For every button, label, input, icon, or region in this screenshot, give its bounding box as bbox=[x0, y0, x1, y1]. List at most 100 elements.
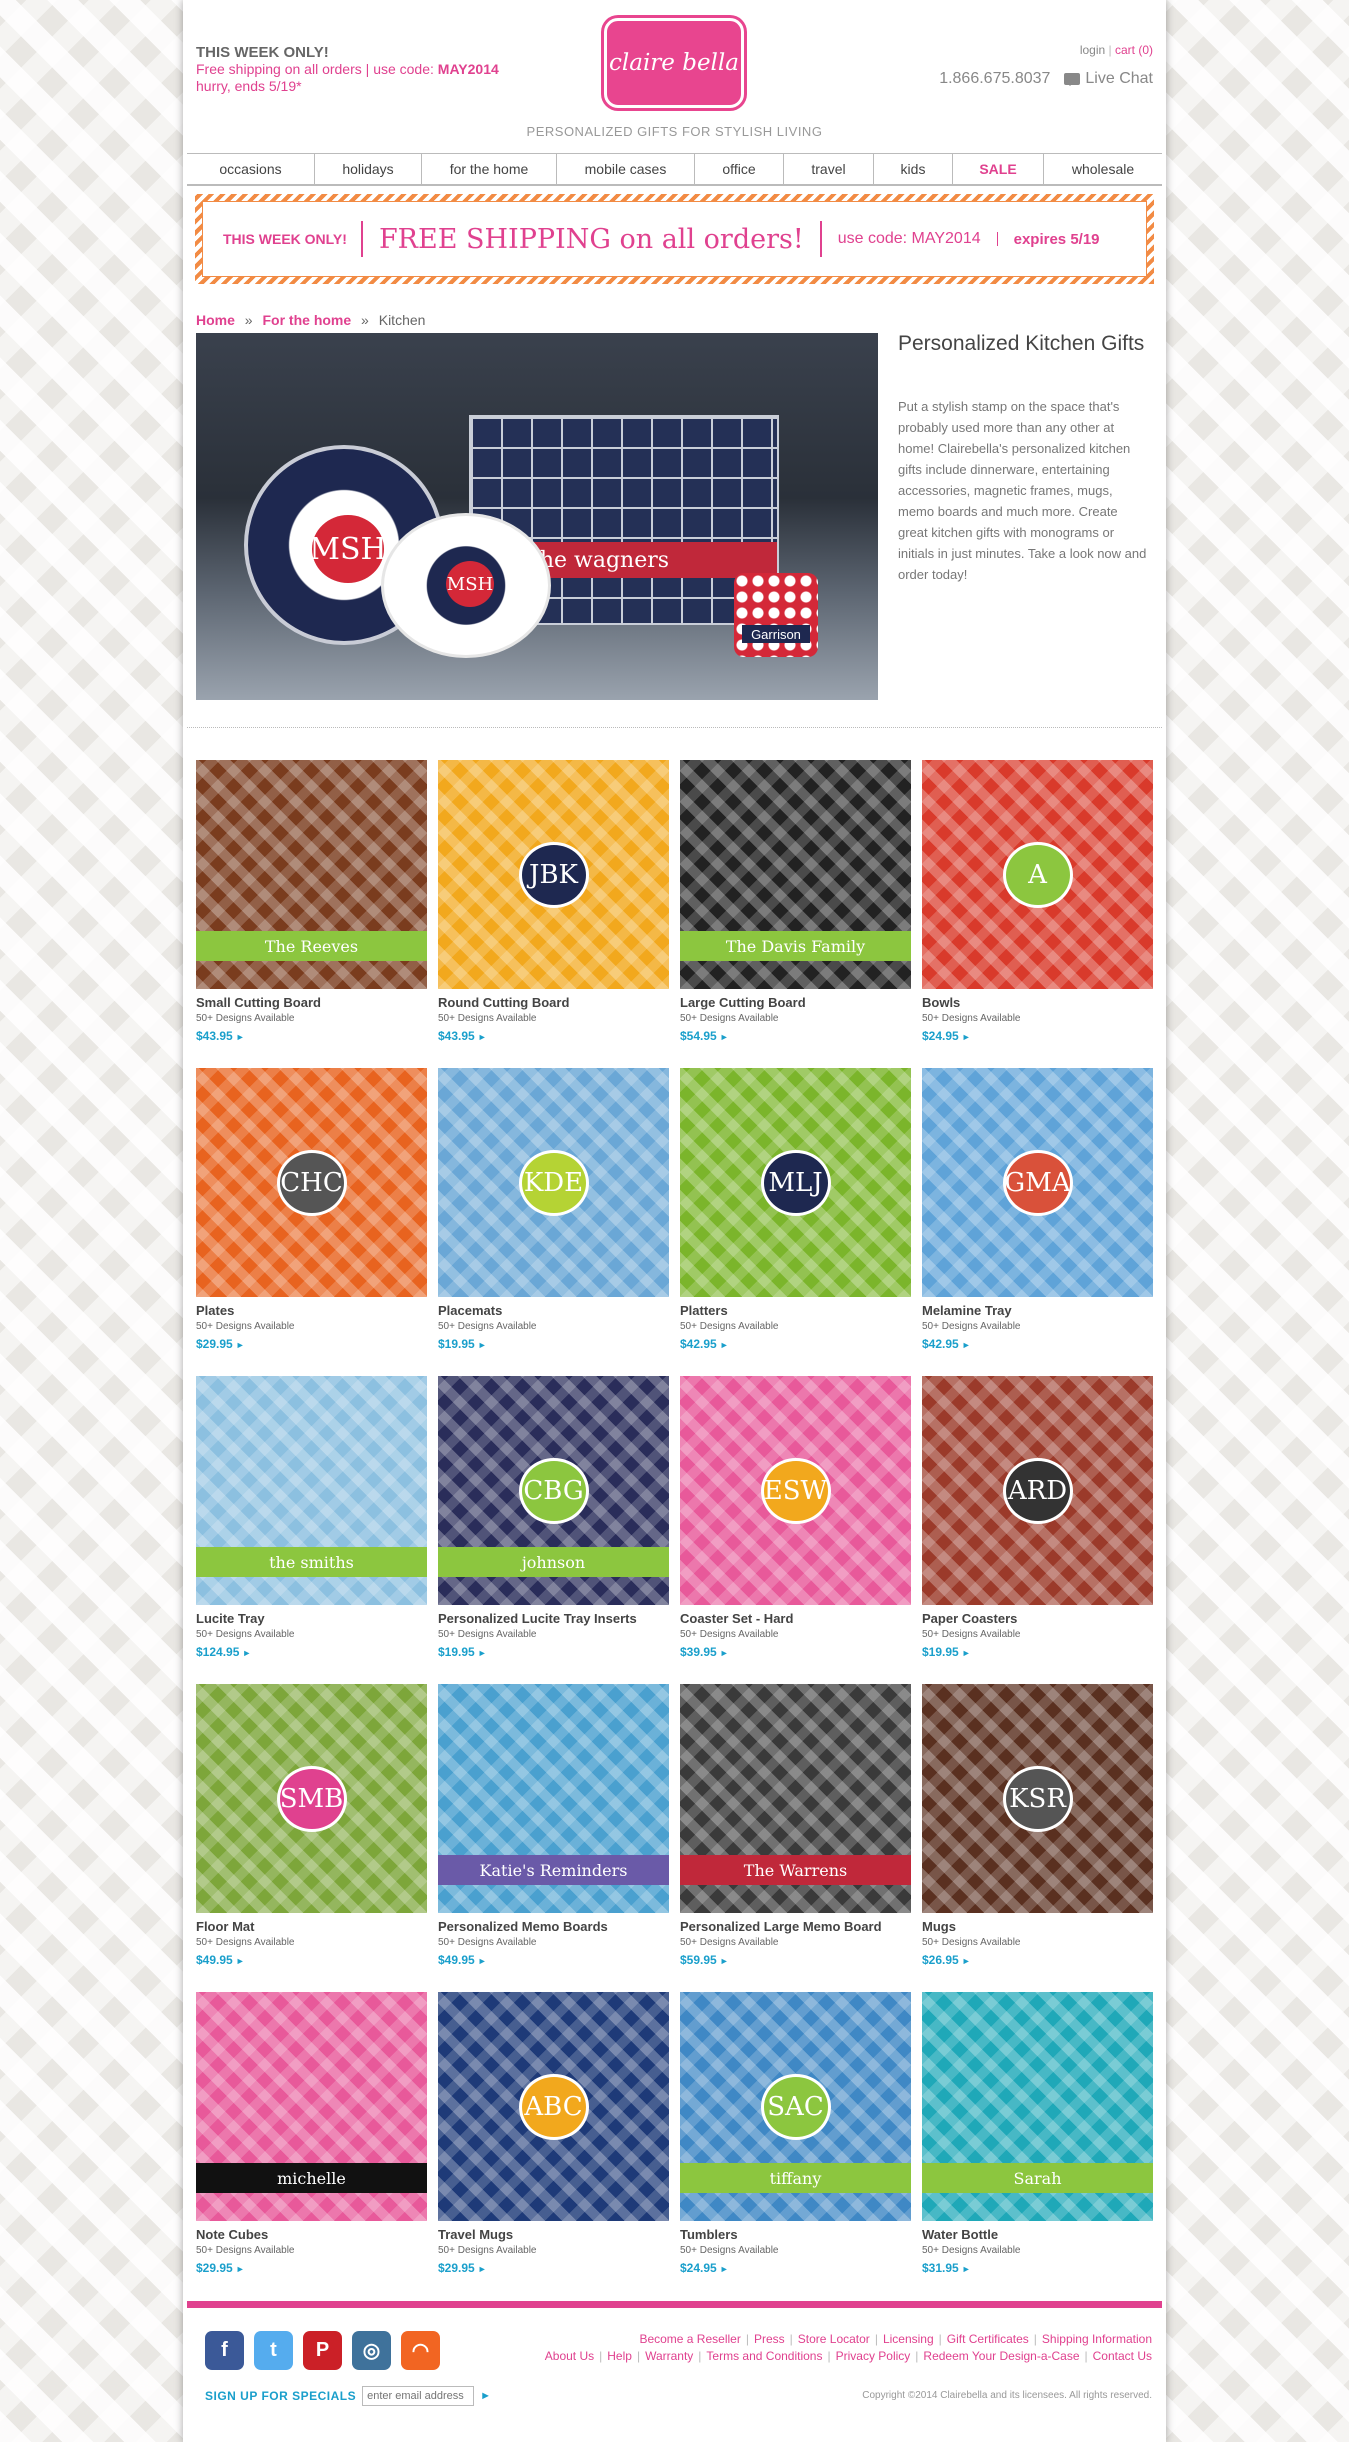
product-name[interactable]: Coaster Set - Hard bbox=[680, 1611, 911, 1626]
footer-link-contact-us[interactable]: Contact Us bbox=[1093, 2349, 1152, 2363]
product-image[interactable]: A bbox=[922, 760, 1153, 989]
product-price[interactable]: $29.95 ► bbox=[438, 2261, 669, 2275]
product-card-personalized-large-memo-board[interactable]: The Warrens Personalized Large Memo Board… bbox=[680, 1684, 911, 1967]
product-name[interactable]: Small Cutting Board bbox=[196, 995, 427, 1010]
product-name[interactable]: Plates bbox=[196, 1303, 427, 1318]
product-card-paper-coasters[interactable]: ARD Paper Coasters 50+ Designs Available $1… bbox=[922, 1376, 1153, 1659]
product-name[interactable]: Paper Coasters bbox=[922, 1611, 1153, 1626]
product-image[interactable]: KSR bbox=[922, 1684, 1153, 1913]
product-name[interactable]: Bowls bbox=[922, 995, 1153, 1010]
product-name[interactable]: Personalized Large Memo Board bbox=[680, 1919, 911, 1934]
footer-link-warranty[interactable]: Warranty bbox=[645, 2349, 693, 2363]
breadcrumb-home[interactable]: Home bbox=[196, 312, 235, 328]
footer-link-store-locator[interactable]: Store Locator bbox=[798, 2332, 870, 2346]
product-name[interactable]: Personalized Memo Boards bbox=[438, 1919, 669, 1934]
product-price[interactable]: $39.95 ► bbox=[680, 1645, 911, 1659]
product-image[interactable]: GMA bbox=[922, 1068, 1153, 1297]
product-image[interactable]: ARD bbox=[922, 1376, 1153, 1605]
footer-link-become-a-reseller[interactable]: Become a Reseller bbox=[639, 2332, 740, 2346]
product-card-bowls[interactable]: A Bowls 50+ Designs Available $24.95 ► bbox=[922, 760, 1153, 1043]
product-card-round-cutting-board[interactable]: JBK Round Cutting Board 50+ Designs Availa… bbox=[438, 760, 669, 1043]
free-shipping-banner[interactable]: THIS WEEK ONLY! FREE SHIPPING on all ord… bbox=[195, 194, 1154, 284]
nav-for-the-home[interactable]: for the home bbox=[422, 154, 557, 184]
nav-office[interactable]: office bbox=[695, 154, 784, 184]
product-name[interactable]: Placemats bbox=[438, 1303, 669, 1318]
product-card-note-cubes[interactable]: michelle Note Cubes 50+ Designs Available $… bbox=[196, 1992, 427, 2275]
product-price[interactable]: $24.95 ► bbox=[922, 1029, 1153, 1043]
product-card-mugs[interactable]: KSR Mugs 50+ Designs Available $26.95 ► bbox=[922, 1684, 1153, 1967]
product-price[interactable]: $42.95 ► bbox=[680, 1337, 911, 1351]
product-image[interactable]: CHC bbox=[196, 1068, 427, 1297]
product-price[interactable]: $42.95 ► bbox=[922, 1337, 1153, 1351]
product-price[interactable]: $19.95 ► bbox=[438, 1645, 669, 1659]
footer-link-privacy-policy[interactable]: Privacy Policy bbox=[836, 2349, 911, 2363]
product-name[interactable]: Water Bottle bbox=[922, 2227, 1153, 2242]
nav-holidays[interactable]: holidays bbox=[315, 154, 422, 184]
product-price[interactable]: $49.95 ► bbox=[196, 1953, 427, 1967]
product-card-large-cutting-board[interactable]: The Davis Family Large Cutting Board 50+ D… bbox=[680, 760, 911, 1043]
email-input[interactable] bbox=[362, 2386, 475, 2406]
product-name[interactable]: Large Cutting Board bbox=[680, 995, 911, 1010]
product-card-personalized-memo-boards[interactable]: Katie's Reminders Personalized Memo Board… bbox=[438, 1684, 669, 1967]
product-price[interactable]: $24.95 ► bbox=[680, 2261, 911, 2275]
product-price[interactable]: $29.95 ► bbox=[196, 2261, 427, 2275]
product-name[interactable]: Melamine Tray bbox=[922, 1303, 1153, 1318]
footer-link-terms-and-conditions[interactable]: Terms and Conditions bbox=[706, 2349, 822, 2363]
product-image[interactable]: ABC bbox=[438, 1992, 669, 2221]
product-card-plates[interactable]: CHC Plates 50+ Designs Available $29.95 ► bbox=[196, 1068, 427, 1351]
product-name[interactable]: Platters bbox=[680, 1303, 911, 1318]
footer-link-shipping-information[interactable]: Shipping Information bbox=[1042, 2332, 1152, 2346]
product-price[interactable]: $26.95 ► bbox=[922, 1953, 1153, 1967]
product-name[interactable]: Personalized Lucite Tray Inserts bbox=[438, 1611, 669, 1626]
product-name[interactable]: Round Cutting Board bbox=[438, 995, 669, 1010]
product-card-platters[interactable]: MLJ Platters 50+ Designs Available $42.95 ► bbox=[680, 1068, 911, 1351]
product-card-water-bottle[interactable]: Sarah Water Bottle 50+ Designs Available $3… bbox=[922, 1992, 1153, 2275]
product-name[interactable]: Floor Mat bbox=[196, 1919, 427, 1934]
product-name[interactable]: Travel Mugs bbox=[438, 2227, 669, 2242]
product-image[interactable]: michelle bbox=[196, 1992, 427, 2221]
live-chat-link[interactable]: Live Chat bbox=[1064, 70, 1153, 88]
twitter-icon[interactable]: t bbox=[254, 2331, 293, 2370]
product-image[interactable]: MLJ bbox=[680, 1068, 911, 1297]
product-card-small-cutting-board[interactable]: The Reeves Small Cutting Board 50+ Designs… bbox=[196, 760, 427, 1043]
product-price[interactable]: $54.95 ► bbox=[680, 1029, 911, 1043]
product-image[interactable]: The Davis Family bbox=[680, 760, 911, 989]
breadcrumb-section[interactable]: For the home bbox=[262, 312, 351, 328]
product-card-tumblers[interactable]: SAC tiffany Tumblers 50+ Designs Available $… bbox=[680, 1992, 911, 2275]
product-price[interactable]: $43.95 ► bbox=[438, 1029, 669, 1043]
product-card-coaster-set-hard[interactable]: ESW Coaster Set - Hard 50+ Designs Availab… bbox=[680, 1376, 911, 1659]
footer-link-about-us[interactable]: About Us bbox=[545, 2349, 594, 2363]
rss-icon[interactable]: ◠ bbox=[401, 2331, 440, 2370]
product-name[interactable]: Note Cubes bbox=[196, 2227, 427, 2242]
footer-link-licensing[interactable]: Licensing bbox=[883, 2332, 934, 2346]
product-price[interactable]: $31.95 ► bbox=[922, 2261, 1153, 2275]
pinterest-icon[interactable]: P bbox=[303, 2331, 342, 2370]
product-image[interactable]: SAC tiffany bbox=[680, 1992, 911, 2221]
signup-submit-button[interactable]: ► bbox=[480, 2390, 491, 2402]
nav-mobile-cases[interactable]: mobile cases bbox=[557, 154, 695, 184]
product-image[interactable]: Katie's Reminders bbox=[438, 1684, 669, 1913]
product-image[interactable]: Sarah bbox=[922, 1992, 1153, 2221]
product-price[interactable]: $43.95 ► bbox=[196, 1029, 427, 1043]
product-image[interactable]: ESW bbox=[680, 1376, 911, 1605]
logo[interactable]: claire bella bbox=[604, 18, 744, 108]
nav-travel[interactable]: travel bbox=[784, 154, 874, 184]
product-image[interactable]: The Reeves bbox=[196, 760, 427, 989]
product-card-melamine-tray[interactable]: GMA Melamine Tray 50+ Designs Available $42… bbox=[922, 1068, 1153, 1351]
product-name[interactable]: Lucite Tray bbox=[196, 1611, 427, 1626]
product-price[interactable]: $29.95 ► bbox=[196, 1337, 427, 1351]
nav-sale[interactable]: SALE bbox=[953, 154, 1044, 184]
product-price[interactable]: $19.95 ► bbox=[922, 1645, 1153, 1659]
product-name[interactable]: Tumblers bbox=[680, 2227, 911, 2242]
cart-link[interactable]: cart (0) bbox=[1115, 43, 1153, 57]
product-image[interactable]: JBK bbox=[438, 760, 669, 989]
product-image[interactable]: the smiths bbox=[196, 1376, 427, 1605]
product-image[interactable]: KDE bbox=[438, 1068, 669, 1297]
product-price[interactable]: $49.95 ► bbox=[438, 1953, 669, 1967]
footer-link-help[interactable]: Help bbox=[607, 2349, 632, 2363]
footer-link-press[interactable]: Press bbox=[754, 2332, 785, 2346]
product-price[interactable]: $19.95 ► bbox=[438, 1337, 669, 1351]
nav-wholesale[interactable]: wholesale bbox=[1044, 154, 1162, 184]
product-card-personalized-lucite-tray-inserts[interactable]: CBG johnson Personalized Lucite Tray Inser… bbox=[438, 1376, 669, 1659]
facebook-icon[interactable]: f bbox=[205, 2331, 244, 2370]
